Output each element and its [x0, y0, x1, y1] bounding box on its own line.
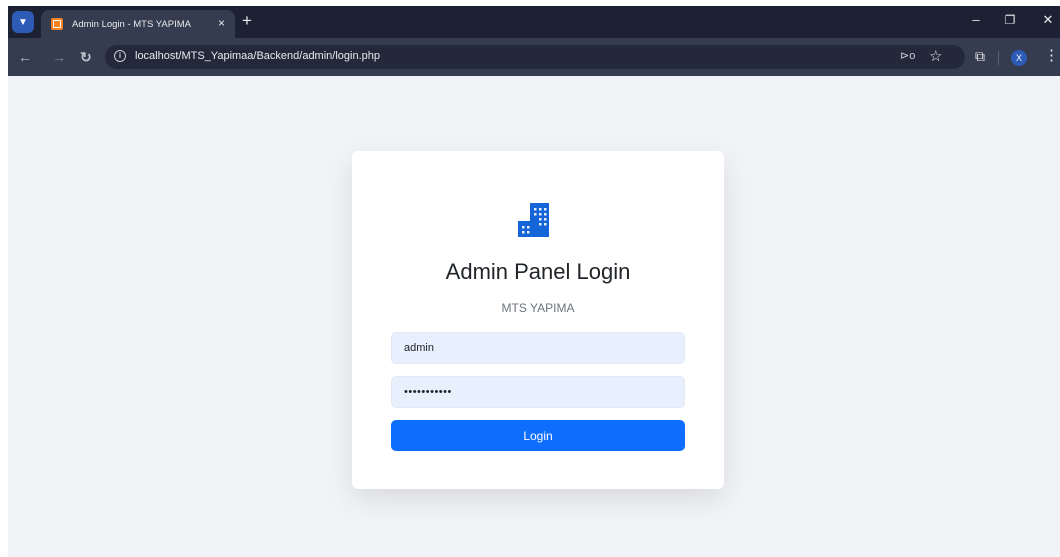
tab-title: Admin Login - MTS YAPIMA	[72, 18, 191, 30]
page-title: Admin Panel Login	[445, 259, 631, 284]
bookmark-star-icon[interactable]: ☆	[929, 47, 942, 65]
address-bar[interactable]: i localhost/MTS_Yapimaa/Backend/admin/lo…	[105, 45, 965, 69]
forward-icon[interactable]: →	[52, 49, 66, 65]
close-window-button[interactable]: ✕	[1038, 12, 1058, 28]
reload-icon[interactable]: ↻	[80, 49, 92, 65]
tab-search-icon[interactable]: ▼	[12, 11, 34, 33]
new-tab-button[interactable]: +	[242, 12, 252, 30]
tab-bar: ▼ Admin Login - MTS YAPIMA × + – ❐ ✕	[8, 6, 1060, 38]
extensions-icon[interactable]: ⧉	[975, 48, 985, 65]
login-card: Admin Panel Login MTS YAPIMA Login	[352, 151, 724, 489]
profile-avatar[interactable]: X	[1011, 50, 1027, 66]
site-info-icon[interactable]: i	[114, 50, 126, 62]
company-name: MTS YAPIMA	[501, 301, 575, 315]
browser-toolbar: ← → ↻ i localhost/MTS_Yapimaa/Backend/ad…	[8, 38, 1060, 76]
url-text[interactable]: localhost/MTS_Yapimaa/Backend/admin/logi…	[135, 50, 380, 62]
favicon-icon	[51, 18, 63, 30]
login-button[interactable]: Login	[391, 420, 685, 451]
minimize-button[interactable]: –	[966, 12, 986, 28]
username-input[interactable]	[391, 332, 685, 364]
toolbar-divider	[998, 51, 999, 65]
menu-icon[interactable]: ⋮	[1044, 47, 1059, 65]
password-key-icon[interactable]: ⊳o	[900, 49, 915, 62]
tab-active[interactable]: Admin Login - MTS YAPIMA ×	[41, 10, 235, 38]
back-icon[interactable]: ←	[18, 49, 32, 65]
tab-close-icon[interactable]: ×	[218, 17, 225, 29]
maximize-button[interactable]: ❐	[1000, 12, 1020, 28]
password-input[interactable]	[391, 376, 685, 408]
browser-window: ▼ Admin Login - MTS YAPIMA × + – ❐ ✕ ← →…	[8, 6, 1060, 557]
building-icon	[518, 203, 549, 237]
